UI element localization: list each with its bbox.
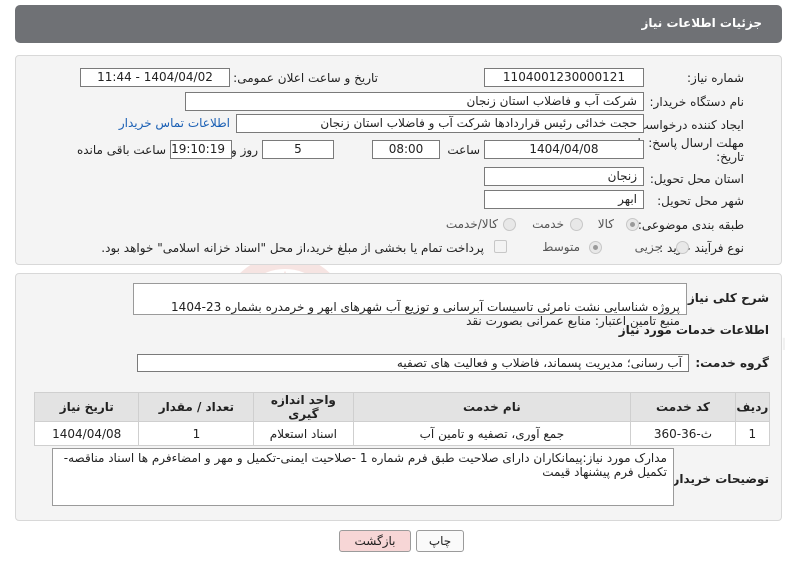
days-label: روز و — [231, 143, 258, 157]
buyer-notes-text: مدارک مورد نیاز:پیمانکاران دارای صلاحیت … — [63, 451, 667, 479]
buyer-org-label: نام دستگاه خریدار: — [649, 95, 745, 109]
remaining-days-field: 5 — [262, 140, 334, 159]
city-label: شهر محل تحویل: — [657, 194, 744, 208]
print-button[interactable]: چاپ — [416, 530, 464, 552]
category-option-goods-service: کالا/خدمت — [445, 217, 498, 231]
page-header: جزئیات اطلاعات نیاز — [15, 5, 782, 43]
announce-datetime-field: 1404/04/02 - 11:44 — [80, 68, 230, 87]
summary-label: شرح کلی نیاز: — [683, 291, 769, 305]
creator-field: حجت خدائی رئیس قراردادها شرکت آب و فاضلا… — [236, 114, 644, 133]
cell-service-code: ث-36-360 — [630, 421, 736, 446]
buyer-notes-label: توضیحات خریدار: — [667, 472, 769, 486]
col-service-code: کد خدمت — [630, 392, 736, 422]
col-quantity: تعداد / مقدار — [138, 392, 255, 422]
process-radio-medium[interactable] — [589, 241, 602, 254]
category-option-service: خدمت — [532, 217, 564, 231]
col-service-name: نام خدمت — [352, 392, 632, 422]
remaining-time-field: 19:10:19 — [170, 140, 232, 159]
col-row-number: ردیف — [734, 392, 771, 422]
process-radio-minor[interactable] — [676, 241, 689, 254]
category-label: طبقه بندی موضوعی: — [637, 218, 744, 232]
category-radio-service[interactable] — [570, 218, 583, 231]
table-header-row: ردیف کد خدمت نام خدمت واحد اندازه گیری ت… — [33, 392, 771, 422]
col-need-date: تاریخ نیاز — [33, 392, 140, 422]
cell-service-name: جمع آوری، تصفیه و تامین آب — [352, 421, 632, 446]
services-section-title: اطلاعات خدمات مورد نیاز — [618, 323, 769, 337]
services-table: ردیف کد خدمت نام خدمت واحد اندازه گیری ت… — [33, 392, 771, 446]
process-type-label: نوع فرآیند خرید : — [659, 241, 744, 255]
process-option-medium: متوسط — [542, 240, 580, 254]
process-option-minor: جزیی — [634, 240, 662, 254]
page-title: جزئیات اطلاعات نیاز — [641, 16, 762, 30]
cell-need-date: 1404/04/08 — [33, 421, 140, 446]
treasury-payment-note: پرداخت تمام یا بخشی از مبلغ خرید،از محل … — [101, 241, 484, 255]
buyer-notes-textarea: مدارک مورد نیاز:پیمانکاران دارای صلاحیت … — [52, 448, 674, 506]
province-label: استان محل تحویل: — [649, 172, 744, 186]
province-field: زنجان — [484, 167, 644, 186]
remaining-time-label: ساعت باقی مانده — [76, 143, 166, 157]
buyer-contact-link[interactable]: اطلاعات تماس خریدار — [119, 116, 230, 130]
deadline-time-field: 08:00 — [372, 140, 440, 159]
back-button[interactable]: بازگشت — [339, 530, 411, 552]
service-group-field: آب رسانی؛ مدیریت پسماند، فاضلاب و فعالیت… — [137, 354, 689, 372]
deadline-label: مهلت ارسال پاسخ: تا — [637, 136, 744, 150]
need-number-label: شماره نیاز: — [687, 71, 744, 85]
col-unit: واحد اندازه گیری — [253, 392, 354, 422]
table-row: 1 ث-36-360 جمع آوری، تصفیه و تامین آب اس… — [33, 421, 771, 446]
category-radio-goods[interactable] — [626, 218, 639, 231]
buyer-org-field: شرکت آب و فاضلاب استان زنجان — [185, 92, 644, 111]
cell-quantity: 1 — [138, 421, 255, 446]
creator-label: ایجاد کننده درخواست: — [633, 118, 744, 132]
announce-datetime-label: تاریخ و ساعت اعلان عمومی: — [233, 71, 378, 85]
city-field: ابهر — [484, 190, 644, 209]
deadline-date-field: 1404/04/08 — [484, 140, 644, 159]
treasury-payment-checkbox[interactable] — [494, 240, 507, 253]
category-radio-goods-service[interactable] — [503, 218, 516, 231]
need-number-field: 1104001230000121 — [484, 68, 644, 87]
cell-row-number: 1 — [734, 421, 771, 446]
cell-unit: اسناد استعلام — [253, 421, 354, 446]
summary-textarea: پروژه شناسایی نشت نامرئی تاسیسات آبرسانی… — [133, 283, 687, 328]
deadline-date-label: تاریخ: — [716, 150, 744, 164]
deadline-time-label: ساعت — [447, 143, 480, 157]
service-group-label: گروه خدمت: — [695, 356, 769, 370]
category-option-goods: کالا — [597, 217, 614, 231]
